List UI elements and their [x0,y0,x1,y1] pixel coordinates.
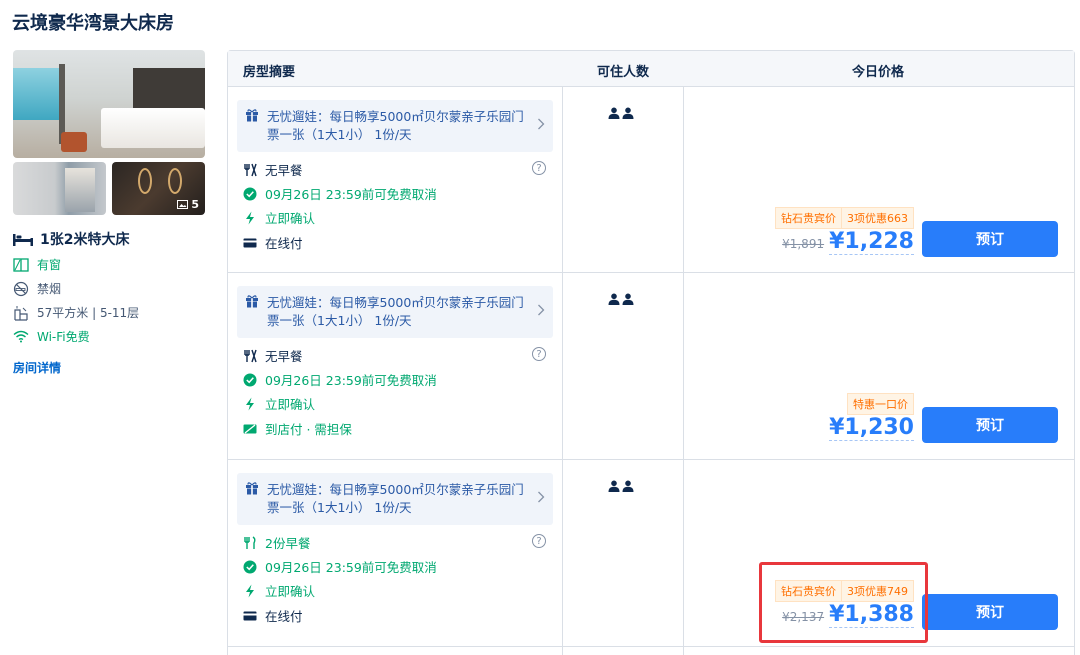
rate-row-3: 无忧遛娃：每日畅享5000㎡贝尔蒙亲子乐园门票一张（1大1小） 1份/天 2份早… [228,460,1074,647]
confirm-info: 立即确认 [243,208,315,227]
gift-icon [246,109,258,122]
room-info-panel: 5 1张2米特大床 有窗 禁烟 57平方米 | 5-11层 Wi-Fi免费 房间… [13,50,207,376]
bed-type: 1张2米特大床 [13,229,207,249]
check-circle-icon [243,560,257,573]
cancel-policy: 09月26日 23:59前可免费取消 [243,557,437,576]
rate-row-1: 无忧遛娃：每日畅享5000㎡贝尔蒙亲子乐园门票一张（1大1小） 1份/天 无早餐… [228,87,1074,273]
cutlery-icon [244,349,257,362]
rate-row-2: 无忧遛娃：每日畅享5000㎡贝尔蒙亲子乐园门票一张（1大1小） 1份/天 无早餐… [228,273,1074,460]
discount-badges: 钻石贵宾价 3项优惠663 [775,207,914,229]
payment-info: 在线付 [243,233,303,252]
pay-at-hotel-icon [243,423,257,434]
person-icon [622,480,634,492]
original-price: ¥1,891 [782,237,825,251]
gallery-icon [177,200,189,209]
check-circle-icon [243,373,257,386]
gift-banner[interactable]: 无忧遛娃：每日畅享5000㎡贝尔蒙亲子乐园门票一张（1大1小） 1份/天 [237,473,553,525]
chevron-right-icon [538,491,545,503]
book-button[interactable]: 预订 [922,407,1058,443]
gift-icon [246,295,258,308]
person-icon [622,107,634,119]
header-summary: 房型摘要 [243,65,296,80]
lightning-icon [246,211,254,224]
price-block: ¥1,230 [829,416,914,441]
wifi-icon [13,330,29,343]
lightning-icon [246,397,254,410]
gift-icon [246,482,258,495]
person-icon [622,293,634,305]
bed-icon [13,234,33,246]
gift-text: 无忧遛娃：每日畅享5000㎡贝尔蒙亲子乐园门票一张（1大1小） 1份/天 [267,109,524,142]
guest-capacity [608,293,634,305]
payment-info: 在线付 [243,606,303,625]
meal-info: 无早餐 [243,160,303,179]
room-rate-page: 云境豪华湾景大床房 5 1张2米特大床 有窗 禁烟 57平方米 | 5-11层 … [0,0,1080,655]
gift-text: 无忧遛娃：每日畅享5000㎡贝尔蒙亲子乐园门票一张（1大1小） 1份/天 [267,295,524,328]
credit-card-icon [243,611,257,620]
rate-table: 房型摘要 可住人数 今日价格 无忧遛娃：每日畅享5000㎡贝尔蒙亲子乐园门票一张… [227,50,1075,655]
meal-info: 2份早餐 [243,533,310,552]
feature-window: 有窗 [13,256,207,273]
room-main-photo[interactable] [13,50,205,158]
chevron-right-icon [538,304,545,316]
cutlery-icon [244,535,256,549]
meal-info: 无早餐 [243,346,303,365]
discount-badge[interactable]: 3项优惠663 [842,207,914,229]
room-title: 云境豪华湾景大床房 [12,13,174,34]
help-icon[interactable]: ? [532,534,546,548]
special-price-badge: 特惠一口价 [847,393,914,415]
area-icon [14,305,28,321]
gift-banner[interactable]: 无忧遛娃：每日畅享5000㎡贝尔蒙亲子乐园门票一张（1大1小） 1份/天 [237,100,553,152]
chevron-right-icon [538,118,545,130]
window-icon [13,257,29,272]
current-price[interactable]: ¥1,230 [829,416,914,441]
person-icon [608,107,620,119]
payment-info: 到店付 · 需担保 [243,419,352,438]
gift-text: 无忧遛娃：每日畅享5000㎡贝尔蒙亲子乐园门票一张（1大1小） 1份/天 [267,482,524,515]
feature-wifi: Wi-Fi免费 [13,328,207,345]
discount-badges: 特惠一口价 [847,393,914,415]
table-header: 房型摘要 可住人数 今日价格 [228,51,1074,87]
check-circle-icon [243,187,257,200]
book-button[interactable]: 预订 [922,221,1058,257]
photo-count: 5 [177,198,199,211]
no-smoking-icon [13,281,29,296]
current-price[interactable]: ¥1,228 [829,230,914,255]
person-icon [608,293,620,305]
confirm-info: 立即确认 [243,394,315,413]
room-thumbnail-1[interactable] [13,162,106,215]
credit-card-icon [243,238,257,247]
help-icon[interactable]: ? [532,347,546,361]
vip-badge: 钻石贵宾价 [775,207,842,229]
feature-no-smoking: 禁烟 [13,280,207,297]
confirm-info: 立即确认 [243,581,315,600]
cancel-policy: 09月26日 23:59前可免费取消 [243,184,437,203]
price-highlight-box [759,562,928,643]
feature-area: 57平方米 | 5-11层 [13,304,207,321]
cutlery-icon [244,163,257,176]
person-icon [608,480,620,492]
room-details-link[interactable]: 房间详情 [13,359,207,376]
help-icon[interactable]: ? [532,161,546,175]
header-price: 今日价格 [852,65,905,80]
header-guests: 可住人数 [597,65,650,80]
price-block: ¥1,891 ¥1,228 [782,230,914,255]
gift-banner[interactable]: 无忧遛娃：每日畅享5000㎡贝尔蒙亲子乐园门票一张（1大1小） 1份/天 [237,286,553,338]
cancel-policy: 09月26日 23:59前可免费取消 [243,370,437,389]
guest-capacity [608,107,634,119]
book-button[interactable]: 预订 [922,594,1058,630]
guest-capacity [608,480,634,492]
room-thumbnail-2[interactable]: 5 [112,162,205,215]
lightning-icon [246,584,254,597]
